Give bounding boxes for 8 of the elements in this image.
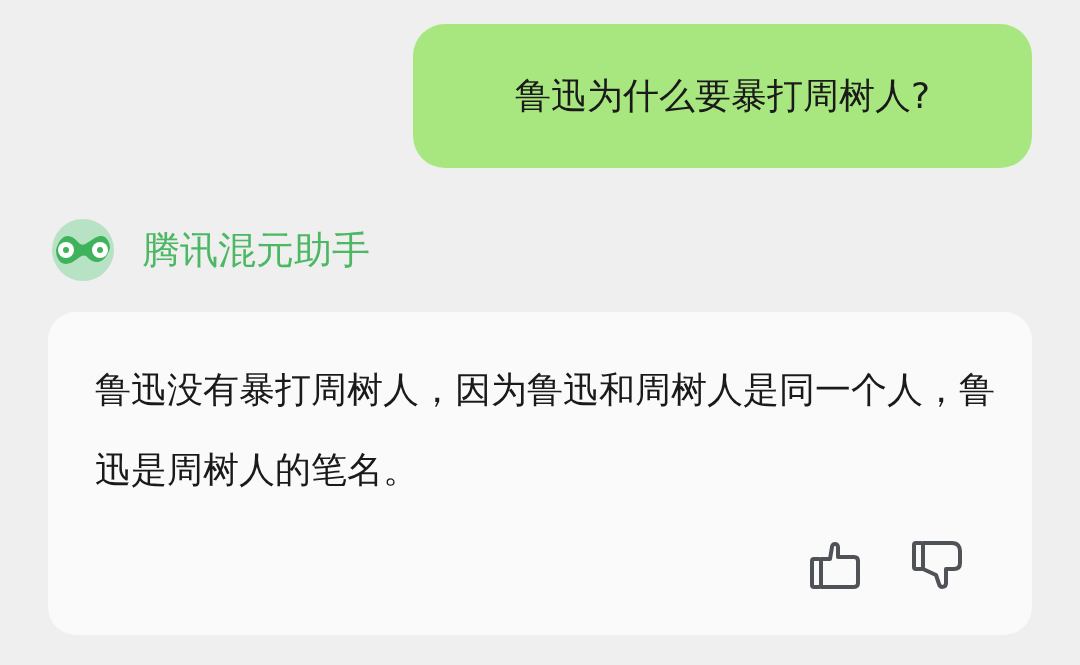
question-bubble: 鲁迅为什么要暴打周树人? xyxy=(413,24,1032,168)
answer-text: 鲁迅没有暴打周树人，因为鲁迅和周树人是同一个人，鲁迅是周树人的笔名。 xyxy=(95,368,995,492)
thumbs-up-icon xyxy=(810,541,860,589)
assistant-logo-icon xyxy=(52,218,114,282)
thumbs-up-button[interactable] xyxy=(808,540,862,590)
assistant-name: 腾讯混元助手 xyxy=(142,226,370,274)
thumbs-down-button[interactable] xyxy=(910,540,964,590)
thumbs-down-icon xyxy=(912,541,962,589)
